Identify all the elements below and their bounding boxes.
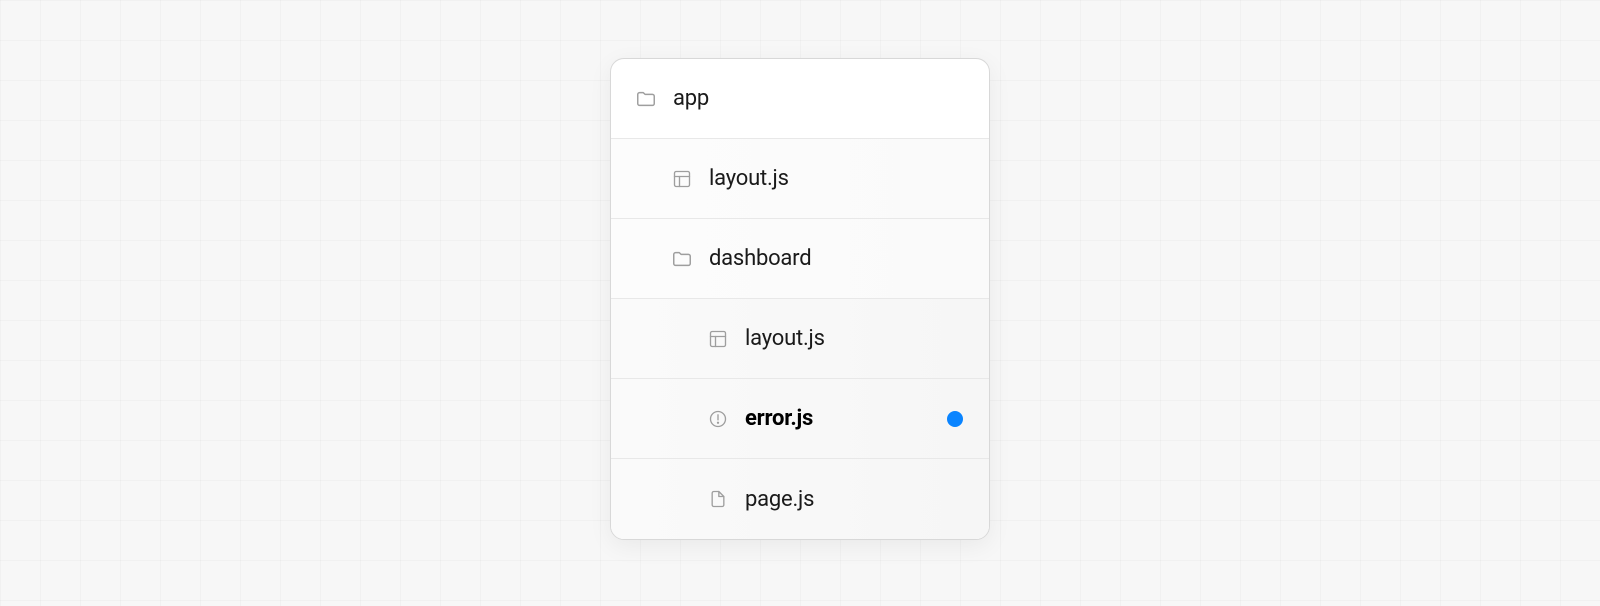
- tree-row-page[interactable]: page.js: [611, 459, 989, 539]
- tree-label: page.js: [745, 487, 814, 512]
- tree-row-layout-nested[interactable]: layout.js: [611, 299, 989, 379]
- layout-icon: [671, 168, 693, 190]
- folder-icon: [671, 248, 693, 270]
- highlight-dot: [947, 411, 963, 427]
- folder-icon: [635, 88, 657, 110]
- tree-label: layout.js: [745, 326, 825, 351]
- tree-label-root: app: [673, 86, 709, 111]
- layout-icon: [707, 328, 729, 350]
- tree-label: layout.js: [709, 166, 789, 191]
- file-icon: [707, 488, 729, 510]
- tree-row-error[interactable]: error.js: [611, 379, 989, 459]
- tree-row-root[interactable]: app: [611, 59, 989, 139]
- tree-row-dashboard[interactable]: dashboard: [611, 219, 989, 299]
- tree-label: error.js: [745, 406, 813, 431]
- tree-row-layout[interactable]: layout.js: [611, 139, 989, 219]
- error-icon: [707, 408, 729, 430]
- tree-label: dashboard: [709, 246, 811, 271]
- file-tree: app layout.js dashboard la: [610, 58, 990, 540]
